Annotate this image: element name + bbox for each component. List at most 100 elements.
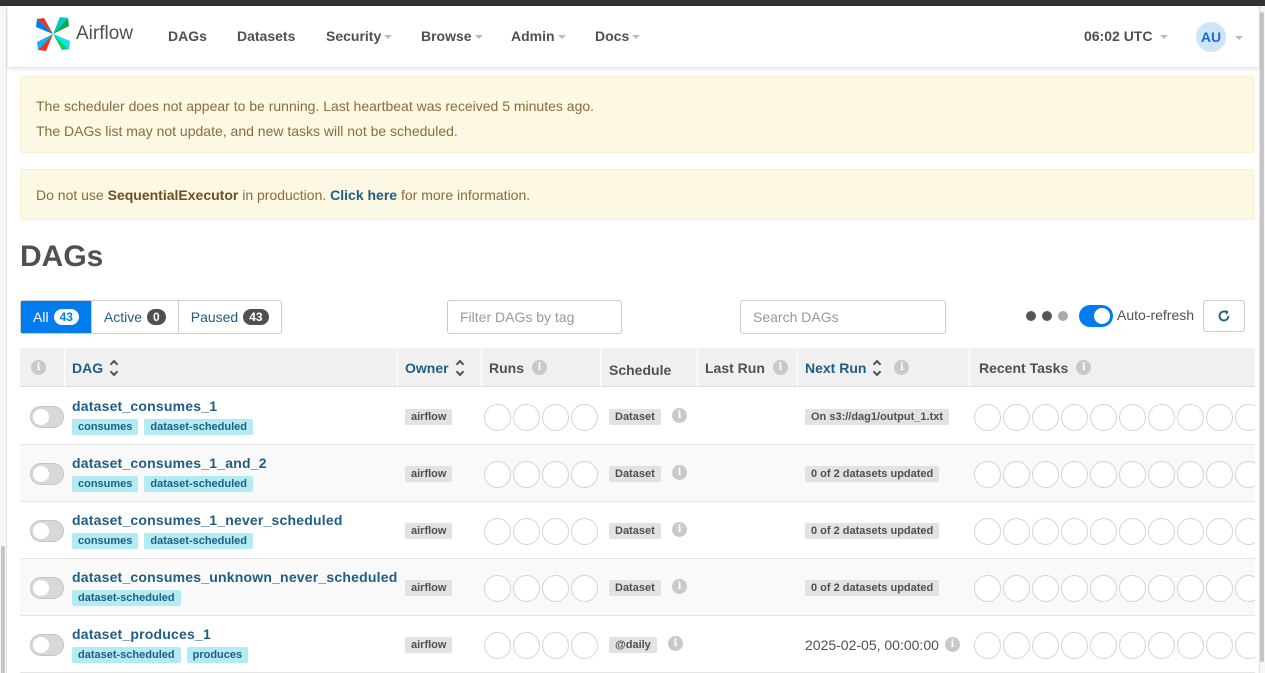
schedule-chip[interactable]: Dataset (609, 523, 661, 539)
task-state-circle[interactable] (1061, 518, 1088, 545)
nav-dags[interactable]: DAGs (168, 28, 207, 44)
task-state-circle[interactable] (1061, 461, 1088, 488)
task-state-circle[interactable] (1003, 632, 1030, 659)
info-icon[interactable]: i (1076, 360, 1092, 375)
user-avatar[interactable]: AU (1196, 22, 1226, 52)
task-state-circle[interactable] (1032, 404, 1059, 431)
nav-browse[interactable]: Browse (421, 28, 483, 44)
run-state-circle[interactable] (513, 461, 540, 488)
task-state-circle[interactable] (1235, 632, 1255, 659)
dag-pause-toggle[interactable] (30, 463, 64, 485)
tag-chip[interactable]: dataset-scheduled (72, 590, 181, 606)
dag-link[interactable]: dataset_consumes_1_never_scheduled (72, 512, 343, 528)
task-state-circle[interactable] (1177, 518, 1204, 545)
task-state-circle[interactable] (1061, 575, 1088, 602)
dag-pause-toggle[interactable] (30, 577, 64, 599)
task-state-circle[interactable] (1090, 518, 1117, 545)
run-state-circle[interactable] (484, 518, 511, 545)
task-state-circle[interactable] (1177, 404, 1204, 431)
nav-security[interactable]: Security (326, 28, 393, 44)
tag-chip[interactable]: consumes (72, 419, 139, 435)
dag-pause-toggle[interactable] (30, 406, 64, 428)
dag-pause-toggle[interactable] (30, 634, 64, 656)
auto-refresh-toggle[interactable] (1079, 305, 1113, 327)
task-state-circle[interactable] (1119, 632, 1146, 659)
task-state-circle[interactable] (1206, 575, 1233, 602)
clock-dropdown[interactable]: 06:02 UTC (1084, 28, 1169, 44)
owner-chip[interactable]: airflow (405, 523, 453, 539)
run-state-circle[interactable] (571, 518, 598, 545)
run-state-circle[interactable] (542, 575, 569, 602)
tag-chip[interactable]: consumes (72, 533, 139, 549)
info-icon[interactable]: i (668, 636, 683, 651)
schedule-chip[interactable]: @daily (609, 637, 657, 653)
task-state-circle[interactable] (1119, 404, 1146, 431)
tag-filter-input[interactable] (447, 300, 622, 334)
left-scrollbar[interactable] (1, 546, 5, 673)
nav-docs[interactable]: Docs (595, 28, 641, 44)
run-state-circle[interactable] (571, 461, 598, 488)
run-state-circle[interactable] (571, 632, 598, 659)
run-state-circle[interactable] (571, 404, 598, 431)
task-state-circle[interactable] (974, 518, 1001, 545)
task-state-circle[interactable] (1235, 575, 1255, 602)
tab-paused[interactable]: Paused 43 (179, 301, 281, 333)
refresh-button[interactable] (1203, 300, 1245, 332)
header-dag[interactable]: DAG (72, 348, 119, 387)
tag-chip[interactable]: dataset-scheduled (72, 647, 181, 663)
run-state-circle[interactable] (484, 575, 511, 602)
right-scrollbar[interactable] (1260, 12, 1264, 662)
task-state-circle[interactable] (1148, 404, 1175, 431)
dag-pause-toggle[interactable] (30, 520, 64, 542)
task-state-circle[interactable] (974, 632, 1001, 659)
task-state-circle[interactable] (1235, 461, 1255, 488)
tab-active[interactable]: Active 0 (92, 301, 179, 333)
task-state-circle[interactable] (1119, 461, 1146, 488)
tab-all[interactable]: All 43 (21, 301, 92, 333)
chevron-down-icon[interactable] (1235, 36, 1243, 40)
dag-link[interactable]: dataset_produces_1 (72, 626, 211, 642)
tag-chip[interactable]: dataset-scheduled (144, 476, 254, 492)
run-state-circle[interactable] (513, 404, 540, 431)
task-state-circle[interactable] (974, 461, 1001, 488)
header-owner[interactable]: Owner (405, 348, 464, 387)
dag-link[interactable]: dataset_consumes_1_and_2 (72, 455, 267, 471)
next-run-chip[interactable]: 0 of 2 datasets updated (805, 466, 940, 482)
info-icon[interactable]: i (672, 579, 687, 594)
info-icon[interactable]: i (672, 408, 687, 423)
next-run-chip[interactable]: 0 of 2 datasets updated (805, 580, 940, 596)
owner-chip[interactable]: airflow (405, 466, 453, 482)
run-state-circle[interactable] (484, 404, 511, 431)
task-state-circle[interactable] (1206, 518, 1233, 545)
owner-chip[interactable]: airflow (405, 409, 453, 425)
run-state-circle[interactable] (542, 404, 569, 431)
task-state-circle[interactable] (1090, 461, 1117, 488)
tag-chip[interactable]: dataset-scheduled (144, 419, 254, 435)
tag-chip[interactable]: consumes (72, 476, 139, 492)
task-state-circle[interactable] (1032, 518, 1059, 545)
run-state-circle[interactable] (513, 518, 540, 545)
task-state-circle[interactable] (1032, 461, 1059, 488)
task-state-circle[interactable] (1206, 404, 1233, 431)
task-state-circle[interactable] (974, 575, 1001, 602)
info-icon[interactable]: i (672, 465, 687, 480)
schedule-chip[interactable]: Dataset (609, 580, 661, 596)
task-state-circle[interactable] (1003, 518, 1030, 545)
click-here-link[interactable]: Click here (330, 187, 397, 203)
run-state-circle[interactable] (571, 575, 598, 602)
run-state-circle[interactable] (542, 632, 569, 659)
dag-link[interactable]: dataset_consumes_1 (72, 398, 217, 414)
task-state-circle[interactable] (1061, 404, 1088, 431)
task-state-circle[interactable] (1148, 575, 1175, 602)
task-state-circle[interactable] (1090, 575, 1117, 602)
task-state-circle[interactable] (1090, 632, 1117, 659)
task-state-circle[interactable] (1003, 575, 1030, 602)
info-icon[interactable]: i (31, 360, 46, 375)
task-state-circle[interactable] (1177, 632, 1204, 659)
next-run-chip[interactable]: 0 of 2 datasets updated (805, 523, 940, 539)
tag-chip[interactable]: dataset-scheduled (144, 533, 254, 549)
task-state-circle[interactable] (1148, 632, 1175, 659)
task-state-circle[interactable] (1206, 632, 1233, 659)
owner-chip[interactable]: airflow (405, 580, 453, 596)
nav-datasets[interactable]: Datasets (237, 28, 295, 44)
